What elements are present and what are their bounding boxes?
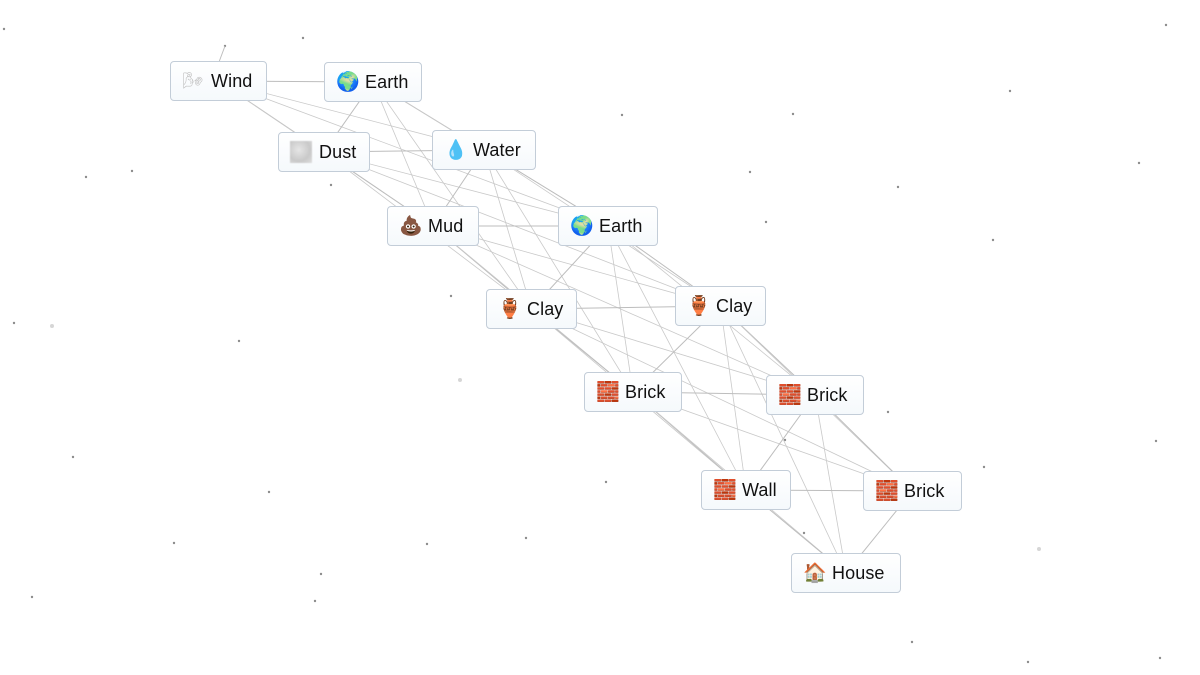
amphora-icon: 🏺 <box>498 297 522 320</box>
amphora-icon: 🏺 <box>687 294 711 317</box>
element-label: Brick <box>807 384 848 405</box>
background-particle <box>319 572 323 576</box>
droplet-icon: 💧 <box>444 138 468 161</box>
connection-line <box>372 81 532 310</box>
background-particle <box>172 541 176 545</box>
element-label: House <box>832 562 885 583</box>
background-particle <box>30 595 34 599</box>
background-particle <box>896 185 900 189</box>
brick-icon: 🧱 <box>778 383 802 406</box>
background-particle <box>84 175 88 179</box>
element-node-water[interactable]: 💧 Water <box>432 130 536 170</box>
background-particle <box>425 542 429 546</box>
background-particle <box>982 465 986 469</box>
background-particle <box>910 640 914 644</box>
background-particle <box>748 170 752 174</box>
element-node-earth[interactable]: 🌍 Earth <box>324 62 422 102</box>
background-particle <box>12 321 16 325</box>
element-node-clay[interactable]: 🏺 Clay <box>486 289 577 329</box>
background-particle <box>1154 439 1158 443</box>
background-particle <box>1026 660 1030 664</box>
dust-cloud-icon <box>290 141 312 163</box>
background-particle <box>458 378 462 382</box>
background-particle <box>802 531 806 535</box>
element-node-earth[interactable]: 🌍 Earth <box>558 206 658 246</box>
element-node-dust[interactable]: Dust <box>278 132 370 172</box>
element-label: Earth <box>365 71 409 92</box>
element-label: Mud <box>428 215 464 236</box>
element-label: Clay <box>716 295 753 316</box>
element-node-brick[interactable]: 🧱 Brick <box>863 471 962 511</box>
element-node-wall[interactable]: 🧱 Wall <box>701 470 791 510</box>
background-particle <box>620 113 624 117</box>
element-node-brick[interactable]: 🧱 Brick <box>766 375 864 415</box>
element-label: Clay <box>527 298 564 319</box>
background-particle <box>301 36 305 40</box>
background-particle <box>237 339 241 343</box>
background-particle <box>2 27 6 31</box>
background-particle <box>791 112 795 116</box>
brick-icon: 🧱 <box>875 479 899 502</box>
background-particle <box>1137 161 1141 165</box>
element-node-brick[interactable]: 🧱 Brick <box>584 372 682 412</box>
brick-icon: 🧱 <box>713 478 737 501</box>
element-node-clay[interactable]: 🏺 Clay <box>675 286 766 326</box>
background-particle <box>1037 547 1041 551</box>
connection-line <box>218 45 226 63</box>
connection-line <box>607 225 634 393</box>
wind-face-icon: 🌬 <box>182 71 204 90</box>
background-particle <box>50 324 54 328</box>
background-particle <box>1008 89 1012 93</box>
background-particle <box>71 455 75 459</box>
element-label: Dust <box>319 141 357 162</box>
element-node-wind[interactable]: 🌬 Wind <box>170 61 267 101</box>
element-label: Wind <box>211 70 253 91</box>
element-label: Earth <box>599 215 643 236</box>
background-particle <box>313 599 317 603</box>
background-particle <box>886 410 890 414</box>
element-label: Water <box>473 139 521 160</box>
house-icon: 🏠 <box>803 561 827 584</box>
background-particle <box>1164 23 1168 27</box>
background-particle <box>1158 656 1162 660</box>
background-particle <box>524 536 528 540</box>
background-particle <box>604 480 608 484</box>
connection-line <box>372 81 434 227</box>
globe-africa-icon: 🌍 <box>336 70 360 93</box>
connection-line <box>814 394 847 574</box>
element-label: Wall <box>742 479 777 500</box>
brick-icon: 🧱 <box>596 380 620 403</box>
background-particle <box>449 294 453 298</box>
background-particle <box>130 169 134 173</box>
background-particles <box>2 23 1168 664</box>
background-particle <box>267 490 271 494</box>
element-node-house[interactable]: 🏠 House <box>791 553 901 593</box>
connection-line <box>483 149 634 393</box>
background-particle <box>329 183 333 187</box>
crafting-canvas[interactable] <box>0 0 1200 675</box>
element-node-mud[interactable]: 💩 Mud <box>387 206 479 246</box>
connection-line <box>218 80 609 227</box>
pile-of-poo-icon: 💩 <box>399 214 423 237</box>
globe-africa-icon: 🌍 <box>570 214 594 237</box>
element-label: Brick <box>904 480 945 501</box>
connection-line <box>607 225 747 491</box>
background-particle <box>991 238 995 242</box>
element-label: Brick <box>625 381 666 402</box>
background-particle <box>764 220 768 224</box>
